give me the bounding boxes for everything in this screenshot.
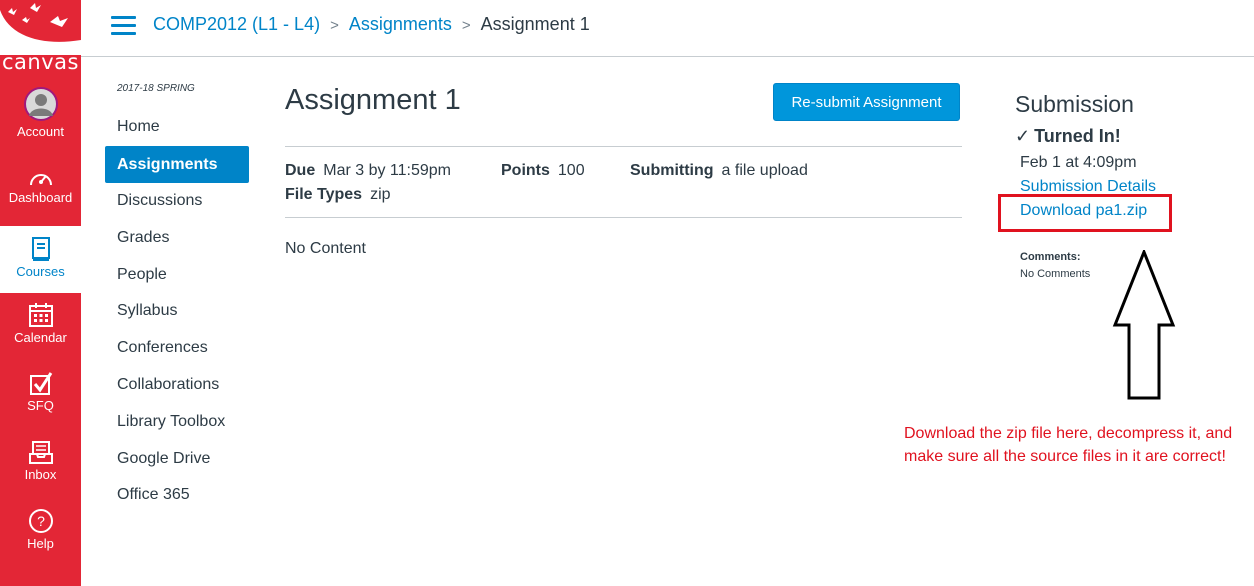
page-title: Assignment 1: [285, 84, 461, 116]
comments-value: No Comments: [1020, 268, 1091, 280]
inbox-icon: [28, 441, 53, 464]
global-nav-sfq[interactable]: SFQ: [0, 372, 81, 413]
course-nav-conferences[interactable]: Conferences: [105, 329, 249, 366]
submitting-field: Submitting a file upload: [630, 162, 808, 180]
courses-book-icon: [31, 237, 50, 261]
sfq-checkbox-icon: [29, 372, 52, 395]
canvas-logo[interactable]: canvas: [0, 0, 81, 80]
global-nav-label: Calendar: [14, 330, 67, 345]
divider: [285, 217, 962, 218]
points-field: Points 100: [501, 162, 585, 180]
global-nav-label: SFQ: [27, 398, 54, 413]
checkmark-icon: ✓: [1015, 126, 1031, 146]
course-nav-grades[interactable]: Grades: [105, 219, 249, 256]
help-icon: ?: [28, 509, 53, 533]
annotation-arrow-icon: [1112, 250, 1176, 400]
global-nav-help[interactable]: ? Help: [0, 508, 81, 551]
assignment-description: No Content: [285, 240, 366, 257]
breadcrumb-current: Assignment 1: [480, 14, 590, 34]
due-field: Due Mar 3 by 11:59pm: [285, 162, 451, 180]
global-nav-label: Inbox: [24, 467, 57, 482]
global-nav-label: Dashboard: [8, 190, 73, 205]
divider: [285, 146, 962, 147]
file-types-label: File Types: [285, 186, 363, 203]
resubmit-assignment-button[interactable]: Re-submit Assignment: [773, 83, 960, 121]
download-file-link[interactable]: Download pa1.zip: [1020, 202, 1147, 220]
canvas-birds-logo-icon: [0, 3, 81, 55]
hamburger-menu-icon[interactable]: [111, 16, 136, 36]
global-navigation: canvas Account Dashboard Courses Calenda…: [0, 0, 81, 586]
submission-date: Feb 1 at 4:09pm: [1020, 154, 1137, 171]
dashboard-gauge-icon: [29, 174, 52, 186]
comments-label: Comments:: [1020, 251, 1081, 263]
course-nav-people[interactable]: People: [105, 256, 249, 293]
global-nav-label: Help: [27, 536, 54, 551]
submission-status: ✓ Turned In!: [1015, 126, 1121, 147]
logo-text: canvas: [2, 50, 79, 74]
submitting-value: a file upload: [721, 162, 808, 179]
course-nav-syllabus[interactable]: Syllabus: [105, 292, 249, 329]
term-label: 2017-18 SPRING: [117, 83, 195, 94]
svg-text:?: ?: [37, 513, 45, 529]
file-types-value: zip: [370, 186, 391, 203]
breadcrumb-course[interactable]: COMP2012 (L1 - L4): [153, 14, 320, 34]
global-nav-label: Account: [17, 124, 64, 139]
breadcrumb-separator-icon: >: [461, 17, 471, 34]
breadcrumb-assignments[interactable]: Assignments: [349, 14, 452, 34]
file-types-field: File Types zip: [285, 186, 391, 204]
status-text: Turned In!: [1034, 126, 1121, 146]
course-nav-discussions[interactable]: Discussions: [105, 182, 249, 219]
course-nav-office-365[interactable]: Office 365: [105, 476, 249, 513]
page-header: COMP2012 (L1 - L4) > Assignments > Assignmen…: [81, 0, 1254, 57]
global-nav-account[interactable]: Account: [0, 86, 81, 139]
annotation-note: Download the zip file here, decompress i…: [904, 425, 1233, 465]
course-nav-library-toolbox[interactable]: Library Toolbox: [105, 403, 249, 440]
global-nav-courses[interactable]: Courses: [0, 226, 81, 293]
breadcrumb: COMP2012 (L1 - L4) > Assignments > Assignmen…: [153, 14, 590, 35]
points-value: 100: [557, 162, 585, 179]
course-nav-assignments[interactable]: Assignments: [105, 146, 249, 183]
global-nav-inbox[interactable]: Inbox: [0, 441, 81, 482]
submission-heading: Submission: [1015, 91, 1134, 117]
course-nav-home[interactable]: Home: [105, 108, 249, 145]
global-nav-label: Courses: [16, 264, 65, 279]
course-nav-google-drive[interactable]: Google Drive: [105, 440, 249, 477]
account-avatar-icon: [23, 87, 58, 121]
course-nav-collaborations[interactable]: Collaborations: [105, 366, 249, 403]
points-label: Points: [501, 162, 550, 179]
calendar-icon: [28, 303, 53, 327]
breadcrumb-separator-icon: >: [330, 17, 339, 34]
global-nav-calendar[interactable]: Calendar: [0, 302, 81, 345]
due-label: Due: [285, 162, 316, 179]
submitting-label: Submitting: [630, 162, 714, 179]
due-value: Mar 3 by 11:59pm: [323, 162, 451, 179]
global-nav-dashboard[interactable]: Dashboard: [0, 168, 81, 205]
